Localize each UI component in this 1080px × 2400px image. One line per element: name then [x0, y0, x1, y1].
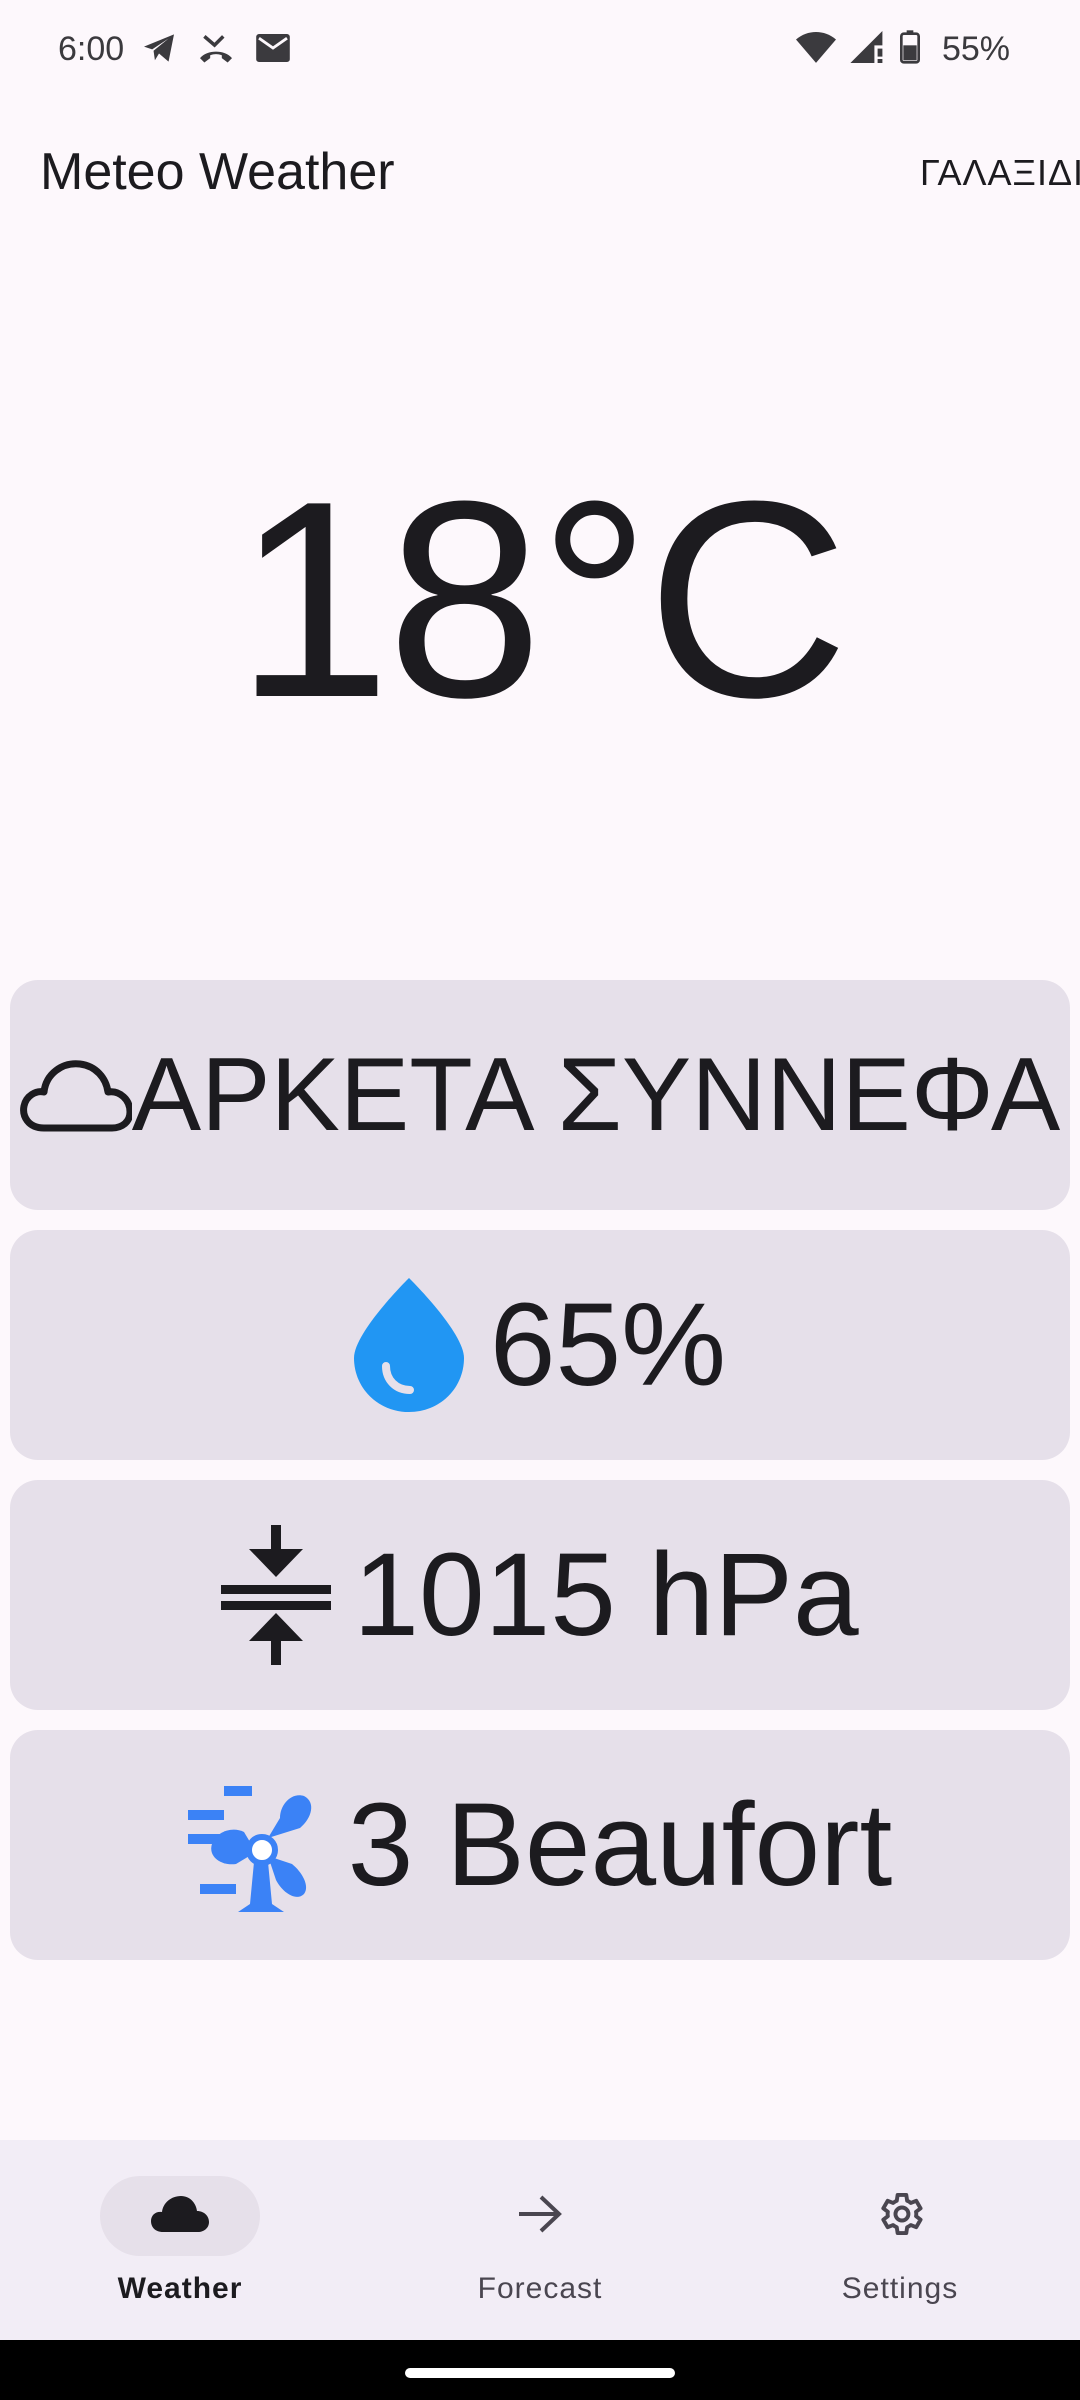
water-drop-icon — [353, 1278, 464, 1412]
status-icons-right: 55% — [795, 30, 1010, 69]
nav-label-forecast: Forecast — [477, 2272, 603, 2305]
nav-indicator — [820, 2176, 980, 2256]
nav-indicator — [460, 2176, 620, 2256]
mail-icon — [256, 34, 290, 67]
arrow-right-icon — [517, 2194, 563, 2239]
wind-card: 3 Beaufort — [10, 1730, 1070, 1960]
gesture-navigation-bar — [0, 2340, 1080, 2400]
compress-icon — [221, 1525, 332, 1665]
nav-label-weather: Weather — [117, 2272, 243, 2305]
gesture-handle[interactable] — [405, 2368, 675, 2378]
condition-text: ΑΡΚΕΤΑ ΣΥΝΝΕΦΑ — [131, 1037, 1061, 1153]
nav-label-settings: Settings — [841, 2272, 959, 2305]
pressure-card: 1015 hPa — [10, 1480, 1070, 1710]
status-icons-left — [142, 32, 290, 69]
humidity-value: 65% — [489, 1279, 727, 1411]
status-bar: 6:00 55% — [0, 0, 1080, 100]
screen: 6:00 55% Meteo Weather ΓΑΛΑΞΙΔΙ 18°C ΑΡΚ… — [0, 0, 1080, 2400]
humidity-card: 65% — [10, 1230, 1070, 1460]
status-time: 6:00 — [58, 30, 125, 68]
wind-turbine-icon — [187, 1772, 334, 1918]
pressure-value: 1015 hPa — [353, 1529, 859, 1661]
nav-forecast[interactable]: Forecast — [360, 2140, 720, 2340]
cloud-icon — [19, 1056, 132, 1134]
current-temperature: 18°C — [235, 444, 849, 756]
battery-percent: 55% — [941, 30, 1010, 68]
app-title: Meteo Weather — [40, 143, 395, 201]
battery-icon — [899, 30, 920, 69]
nav-weather[interactable]: Weather — [0, 2140, 360, 2340]
nav-settings[interactable]: Settings — [720, 2140, 1080, 2340]
telegram-icon — [142, 33, 176, 68]
condition-card: ΑΡΚΕΤΑ ΣΥΝΝΕΦΑ — [10, 980, 1070, 1210]
location-name[interactable]: ΓΑΛΑΞΙΔΙ — [920, 152, 1080, 194]
bottom-navigation: Weather Forecast Settings — [0, 2140, 1080, 2340]
wifi-icon — [795, 31, 836, 68]
gear-icon — [874, 2188, 926, 2245]
signal-icon — [850, 31, 886, 68]
cloud-icon — [150, 2194, 210, 2239]
wind-value: 3 Beaufort — [347, 1779, 893, 1911]
missed-call-icon — [198, 32, 234, 69]
nav-indicator-active — [100, 2176, 260, 2256]
